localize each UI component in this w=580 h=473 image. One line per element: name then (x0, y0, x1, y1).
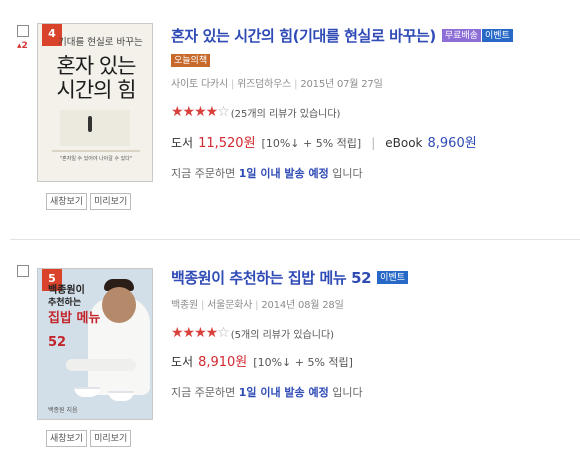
star-rating-icon: ★★★★☆ (171, 325, 230, 341)
book-title-link[interactable]: 혼자 있는 시간의 힘(기대를 현실로 바꾸는) (171, 25, 436, 46)
shipping-estimate: 1일 이내 발송 예정 (238, 386, 329, 399)
cover-subtitle: 기대를 현실로 바꾸는 (58, 37, 143, 48)
price-row: 도서 8,910원 [10%↓ + 5% 적립] (171, 351, 576, 370)
item-divider (10, 239, 580, 240)
book-meta: 사이토 다카시 | 위즈덤하우스 | 2015년 07월 27일 (171, 79, 383, 90)
cover-line3: 52 (48, 335, 67, 350)
cover-bowl-icon (74, 387, 100, 397)
shipping-info: 지금 주문하면 1일 이내 발송 예정 입니다 (171, 167, 363, 180)
cover-line2: 집밥 메뉴 (48, 311, 101, 326)
publisher-link[interactable]: 위즈덤하우스 (237, 79, 291, 90)
publish-date: 2014년 08월 28일 (261, 300, 344, 311)
book-info: 백종원이 추천하는 집밥 메뉴 52 이벤트 백종원 | 서울문화사 | 2014년 0… (171, 267, 576, 400)
ebook-price-link[interactable]: 8,960원 (428, 132, 477, 151)
book-cover[interactable]: 4 기대를 현실로 바꾸는 혼자 있는 시간의 힘 "혼자일 수 있어야 나아갈… (37, 23, 153, 182)
cover-figure-icon (88, 116, 92, 132)
star-rating-icon: ★★★★☆ (171, 104, 230, 120)
cover-face-shape (102, 287, 136, 323)
book-cover[interactable]: 5 백종원이 추천하는 집밥 메뉴 52 백종원 지음 (37, 268, 153, 420)
event-badge[interactable]: 이벤트 (481, 29, 513, 42)
preview-button[interactable]: 새창보기 (46, 193, 88, 210)
select-checkbox[interactable] (17, 265, 29, 277)
rank-change: ▴2 (17, 41, 28, 51)
sale-price: 8,910원 (198, 355, 248, 370)
title-row: 혼자 있는 시간의 힘(기대를 현실로 바꾸는) 무료배송 이벤트 (171, 25, 576, 46)
preview-button[interactable]: 새창보기 (46, 430, 88, 447)
cover-arm-shape (66, 359, 136, 371)
cover-title-line2: 시간의 힘 (56, 78, 137, 102)
cover-footer: 백종원 지음 (48, 407, 78, 414)
review-count-link[interactable]: (5개의 리뷰가 있습니다) (231, 326, 334, 341)
rating-row: ★★★★☆ (5개의 리뷰가 있습니다) (171, 325, 576, 341)
review-count-link[interactable]: (25개의 리뷰가 있습니다) (231, 105, 341, 120)
look-inside-button[interactable]: 미리보기 (90, 193, 132, 210)
shipping-info: 지금 주문하면 1일 이내 발송 예정 입니다 (171, 386, 363, 399)
cover-rule (52, 150, 140, 152)
free-shipping-badge: 무료배송 (441, 29, 481, 42)
book-meta: 백종원 | 서울문화사 | 2014년 08월 28일 (171, 300, 344, 311)
cover-buttons: 새창보기 미리보기 (46, 193, 132, 210)
price-label: 도서 (171, 355, 194, 369)
publisher-link[interactable]: 서울문화사 (207, 300, 252, 311)
badge-row: 오늘의책 (171, 48, 576, 67)
cover-buttons: 새창보기 미리보기 (46, 430, 132, 447)
book-title-link[interactable]: 백종원이 추천하는 집밥 메뉴 52 (171, 267, 372, 288)
select-checkbox[interactable] (17, 25, 29, 37)
discount-info: [10%↓ + 5% 적립] (253, 356, 353, 369)
look-inside-button[interactable]: 미리보기 (90, 430, 132, 447)
cover-illustration (60, 110, 130, 146)
publish-date: 2015년 07월 27일 (300, 79, 383, 90)
author-link[interactable]: 백종원 (171, 300, 198, 311)
author-link[interactable]: 사이토 다카시 (171, 79, 228, 90)
cover-bowl-icon (108, 391, 134, 401)
ebook-label: eBook (385, 136, 423, 150)
book-item: 5 백종원이 추천하는 집밥 메뉴 52 백종원 지음 새창보기 미리보기 백종… (0, 245, 580, 473)
sale-price: 11,520원 (198, 136, 256, 151)
cover-author: 백종원이 (48, 285, 85, 296)
cover-quote: "혼자일 수 있어야 나아갈 수 있다" (59, 156, 133, 162)
book-info: 혼자 있는 시간의 힘(기대를 현실로 바꾸는) 무료배송 이벤트 오늘의책 사… (171, 25, 576, 181)
todays-book-badge: 오늘의책 (171, 54, 211, 67)
price-row: 도서 11,520원 [10%↓ + 5% 적립] | eBook 8,960원 (171, 132, 576, 151)
discount-info: [10%↓ + 5% 적립] (261, 137, 362, 150)
book-item: ▴2 4 기대를 현실로 바꾸는 혼자 있는 시간의 힘 "혼자일 수 있어야 … (0, 0, 580, 238)
shipping-estimate: 1일 이내 발송 예정 (238, 167, 329, 180)
rating-row: ★★★★☆ (25개의 리뷰가 있습니다) (171, 104, 576, 120)
price-label: 도서 (171, 136, 194, 150)
event-badge[interactable]: 이벤트 (377, 271, 409, 284)
title-row: 백종원이 추천하는 집밥 메뉴 52 이벤트 (171, 267, 576, 288)
